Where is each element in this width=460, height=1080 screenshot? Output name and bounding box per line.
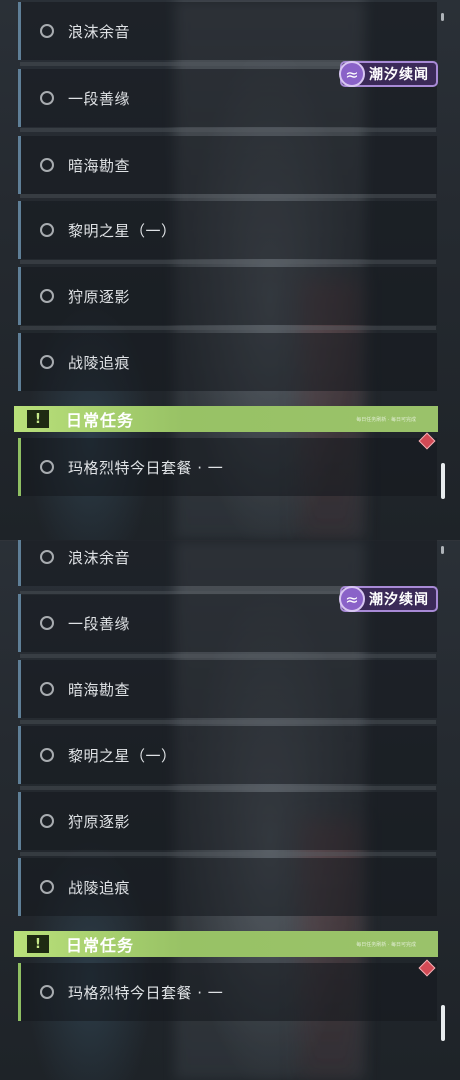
divider <box>20 654 436 658</box>
quest-label: 黎明之星（一） <box>68 746 177 765</box>
status-circle-icon <box>40 158 54 172</box>
status-circle-icon <box>40 24 54 38</box>
quest-list: 浪沫余音 一段善缘 暗海勘查 黎明之星（一） 狩原逐影 战陵追痕 ! 日常任务 … <box>0 0 460 540</box>
alert-icon-glyph: ! <box>35 936 41 952</box>
quest-item[interactable]: 浪沫余音 <box>18 2 437 60</box>
daily-section-title: 日常任务 <box>66 411 135 430</box>
quest-label: 黎明之星（一） <box>68 221 177 240</box>
daily-section-header[interactable]: ! 日常任务 每日任务刷新 · 每日可完成 <box>14 931 438 957</box>
quest-label: 一段善缘 <box>68 89 131 108</box>
quest-label: 暗海勘查 <box>68 680 131 699</box>
status-circle-icon <box>40 355 54 369</box>
status-circle-icon <box>40 550 54 564</box>
quest-list: 浪沫余音 一段善缘 暗海勘查 黎明之星（一） 狩原逐影 战陵追痕 ! 日常任务 … <box>0 540 460 1080</box>
divider <box>20 128 436 132</box>
quest-panel-bottom: 浪沫余音 一段善缘 暗海勘查 黎明之星（一） 狩原逐影 战陵追痕 ! 日常任务 … <box>0 540 460 1080</box>
quest-item[interactable]: 浪沫余音 <box>18 540 437 586</box>
quest-label: 战陵追痕 <box>68 878 131 897</box>
quest-item[interactable]: 暗海勘查 <box>18 136 437 194</box>
quest-label: 玛格烈特今日套餐 · 一 <box>68 458 224 477</box>
quest-label: 狩原逐影 <box>68 287 131 306</box>
divider <box>20 852 436 856</box>
event-badge[interactable]: ≈ 潮汐续闻 <box>339 586 438 612</box>
wave-icon: ≈ <box>339 61 365 87</box>
quest-item[interactable]: 战陵追痕 <box>18 858 437 916</box>
scrollbar-cap <box>441 13 444 21</box>
quest-panel-top: 浪沫余音 一段善缘 暗海勘查 黎明之星（一） 狩原逐影 战陵追痕 ! 日常任务 … <box>0 0 460 540</box>
scrollbar-thumb[interactable] <box>441 1005 445 1041</box>
quest-item[interactable]: 黎明之星（一） <box>18 726 437 784</box>
status-circle-icon <box>40 985 54 999</box>
alert-icon: ! <box>27 935 49 953</box>
quest-label: 暗海勘查 <box>68 156 131 175</box>
quest-item[interactable]: 战陵追痕 <box>18 333 437 391</box>
scrollbar-cap <box>441 546 444 554</box>
divider <box>20 260 436 264</box>
scrollbar-thumb[interactable] <box>441 463 445 499</box>
daily-quest-item[interactable]: 玛格烈特今日套餐 · 一 <box>18 963 437 1021</box>
daily-section-title: 日常任务 <box>66 936 135 955</box>
event-badge-label: 潮汐续闻 <box>369 592 429 608</box>
quest-label: 浪沫余音 <box>68 548 131 567</box>
status-circle-icon <box>40 223 54 237</box>
wave-icon: ≈ <box>339 586 365 612</box>
status-circle-icon <box>40 682 54 696</box>
quest-item[interactable]: 黎明之星（一） <box>18 201 437 259</box>
quest-label: 战陵追痕 <box>68 353 131 372</box>
daily-section-header[interactable]: ! 日常任务 每日任务刷新 · 每日可完成 <box>14 406 438 432</box>
quest-item[interactable]: 狩原逐影 <box>18 792 437 850</box>
quest-label: 一段善缘 <box>68 614 131 633</box>
quest-label: 狩原逐影 <box>68 812 131 831</box>
alert-icon-glyph: ! <box>35 411 41 427</box>
daily-section-note: 每日任务刷新 · 每日可完成 <box>356 942 416 948</box>
quest-label: 玛格烈特今日套餐 · 一 <box>68 983 224 1002</box>
event-badge-label: 潮汐续闻 <box>369 67 429 83</box>
status-circle-icon <box>40 616 54 630</box>
divider <box>20 786 436 790</box>
quest-item[interactable]: 狩原逐影 <box>18 267 437 325</box>
daily-section-note: 每日任务刷新 · 每日可完成 <box>356 417 416 423</box>
divider <box>20 720 436 724</box>
alert-icon: ! <box>27 410 49 428</box>
status-circle-icon <box>40 814 54 828</box>
daily-quest-item[interactable]: 玛格烈特今日套餐 · 一 <box>18 438 437 496</box>
divider <box>20 194 436 198</box>
event-badge[interactable]: ≈ 潮汐续闻 <box>339 61 438 87</box>
quest-item[interactable]: 暗海勘查 <box>18 660 437 718</box>
quest-label: 浪沫余音 <box>68 22 131 41</box>
divider <box>20 326 436 330</box>
status-circle-icon <box>40 880 54 894</box>
status-circle-icon <box>40 91 54 105</box>
status-circle-icon <box>40 460 54 474</box>
status-circle-icon <box>40 289 54 303</box>
status-circle-icon <box>40 748 54 762</box>
